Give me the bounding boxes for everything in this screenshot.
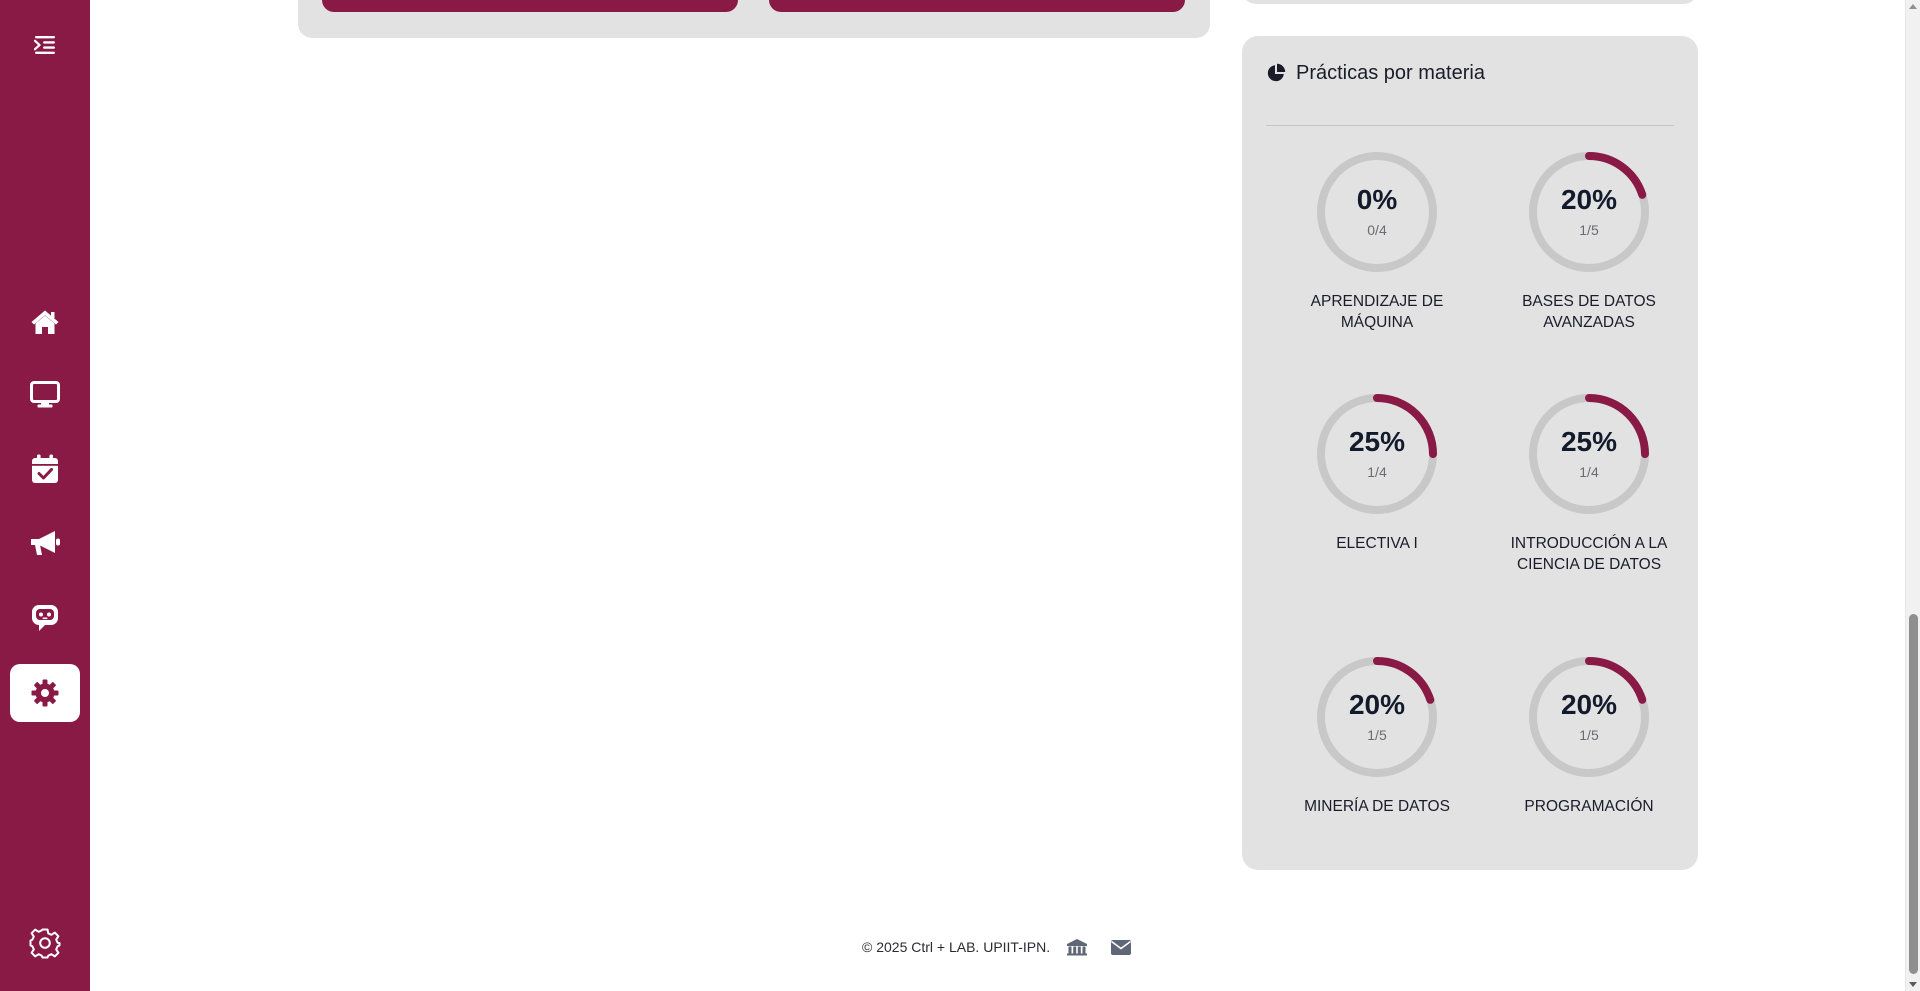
subject-name: INTRODUCCIÓN A LA CIENCIA DE DATOS	[1510, 535, 1668, 573]
progress-ring: 25% 1/4	[1315, 392, 1439, 516]
progress-fraction: 1/5	[1579, 222, 1599, 238]
practicas-title: Prácticas por materia	[1296, 62, 1485, 84]
nav-settings-bottom[interactable]	[10, 914, 80, 972]
progress-percent: 20%	[1348, 689, 1406, 720]
progress-ring: 20% 1/5	[1315, 655, 1439, 779]
progress-percent: 20%	[1560, 184, 1618, 215]
home-icon	[31, 310, 59, 334]
nav-monitor[interactable]	[10, 366, 80, 424]
progress-fraction: 1/5	[1579, 727, 1599, 743]
progress-percent: 25%	[1348, 426, 1406, 457]
subject-progress-4: 25% 1/4 INTRODUCCIÓN A LA CIENCIA DE DAT…	[1484, 392, 1694, 575]
subject-name: BASES DE DATOS AVANZADAS	[1522, 293, 1656, 331]
progress-fraction: 1/4	[1367, 464, 1387, 480]
nav-home[interactable]	[10, 293, 80, 351]
menu-toggle-button[interactable]	[10, 16, 80, 74]
institution-link[interactable]	[1066, 938, 1088, 956]
progress-percent: 0%	[1356, 184, 1398, 215]
subject-name: PROGRAMACIÓN	[1524, 798, 1654, 815]
card-action-button-1[interactable]	[322, 0, 738, 12]
envelope-icon	[1111, 939, 1132, 955]
subject-name: MINERÍA DE DATOS	[1304, 798, 1450, 815]
nav-chatbot[interactable]	[10, 588, 80, 646]
sidebar	[0, 0, 90, 991]
nav-calendar[interactable]	[10, 440, 80, 498]
practicas-header: Prácticas por materia	[1266, 58, 1674, 126]
footer-copyright: © 2025 Ctrl + LAB. UPIIT-IPN.	[862, 939, 1051, 955]
subject-progress-6: 20% 1/5 PROGRAMACIÓN	[1484, 655, 1694, 817]
scroll-down-arrow[interactable]	[1909, 982, 1917, 987]
progress-fraction: 0/4	[1367, 222, 1387, 238]
nav-announcements[interactable]	[10, 514, 80, 572]
progress-ring: 20% 1/5	[1527, 150, 1651, 274]
megaphone-icon	[31, 531, 60, 555]
gear-icon	[31, 679, 59, 707]
subject-progress-5: 20% 1/5 MINERÍA DE DATOS	[1272, 655, 1482, 817]
scroll-up-arrow[interactable]	[1909, 4, 1917, 9]
practicas-card: Prácticas por materia 0% 0/4 APRENDIZAJE…	[1242, 36, 1698, 870]
card-action-button-2[interactable]	[769, 0, 1185, 12]
monitor-icon	[30, 381, 60, 408]
page-scrollbar[interactable]	[1905, 0, 1920, 991]
subject-name: ELECTIVA I	[1336, 535, 1418, 552]
chat-bot-icon	[32, 605, 58, 631]
progress-fraction: 1/4	[1579, 464, 1599, 480]
chart-pie-icon	[1267, 63, 1286, 82]
menu-toggle-icon	[33, 36, 55, 54]
footer: © 2025 Ctrl + LAB. UPIIT-IPN.	[862, 938, 1132, 956]
progress-ring: 20% 1/5	[1527, 655, 1651, 779]
subject-progress-3: 25% 1/4 ELECTIVA I	[1272, 392, 1482, 554]
progress-percent: 25%	[1560, 426, 1618, 457]
subject-progress-2: 20% 1/5 BASES DE DATOS AVANZADAS	[1484, 150, 1694, 333]
email-link[interactable]	[1110, 939, 1132, 956]
progress-fraction: 1/5	[1367, 727, 1387, 743]
institution-icon	[1067, 939, 1088, 956]
progress-percent: 20%	[1560, 689, 1618, 720]
left-card	[298, 0, 1210, 38]
settings-outline-icon	[29, 928, 61, 959]
progress-ring: 25% 1/4	[1527, 392, 1651, 516]
scroll-thumb[interactable]	[1909, 614, 1918, 974]
progress-ring: 0% 0/4	[1315, 150, 1439, 274]
nav-settings-active[interactable]	[10, 664, 80, 722]
calendar-check-icon	[32, 454, 58, 483]
subject-name: APRENDIZAJE DE MÁQUINA	[1310, 293, 1444, 331]
subject-progress-1: 0% 0/4 APRENDIZAJE DE MÁQUINA	[1272, 150, 1482, 333]
right-upper-card	[1242, 0, 1698, 4]
